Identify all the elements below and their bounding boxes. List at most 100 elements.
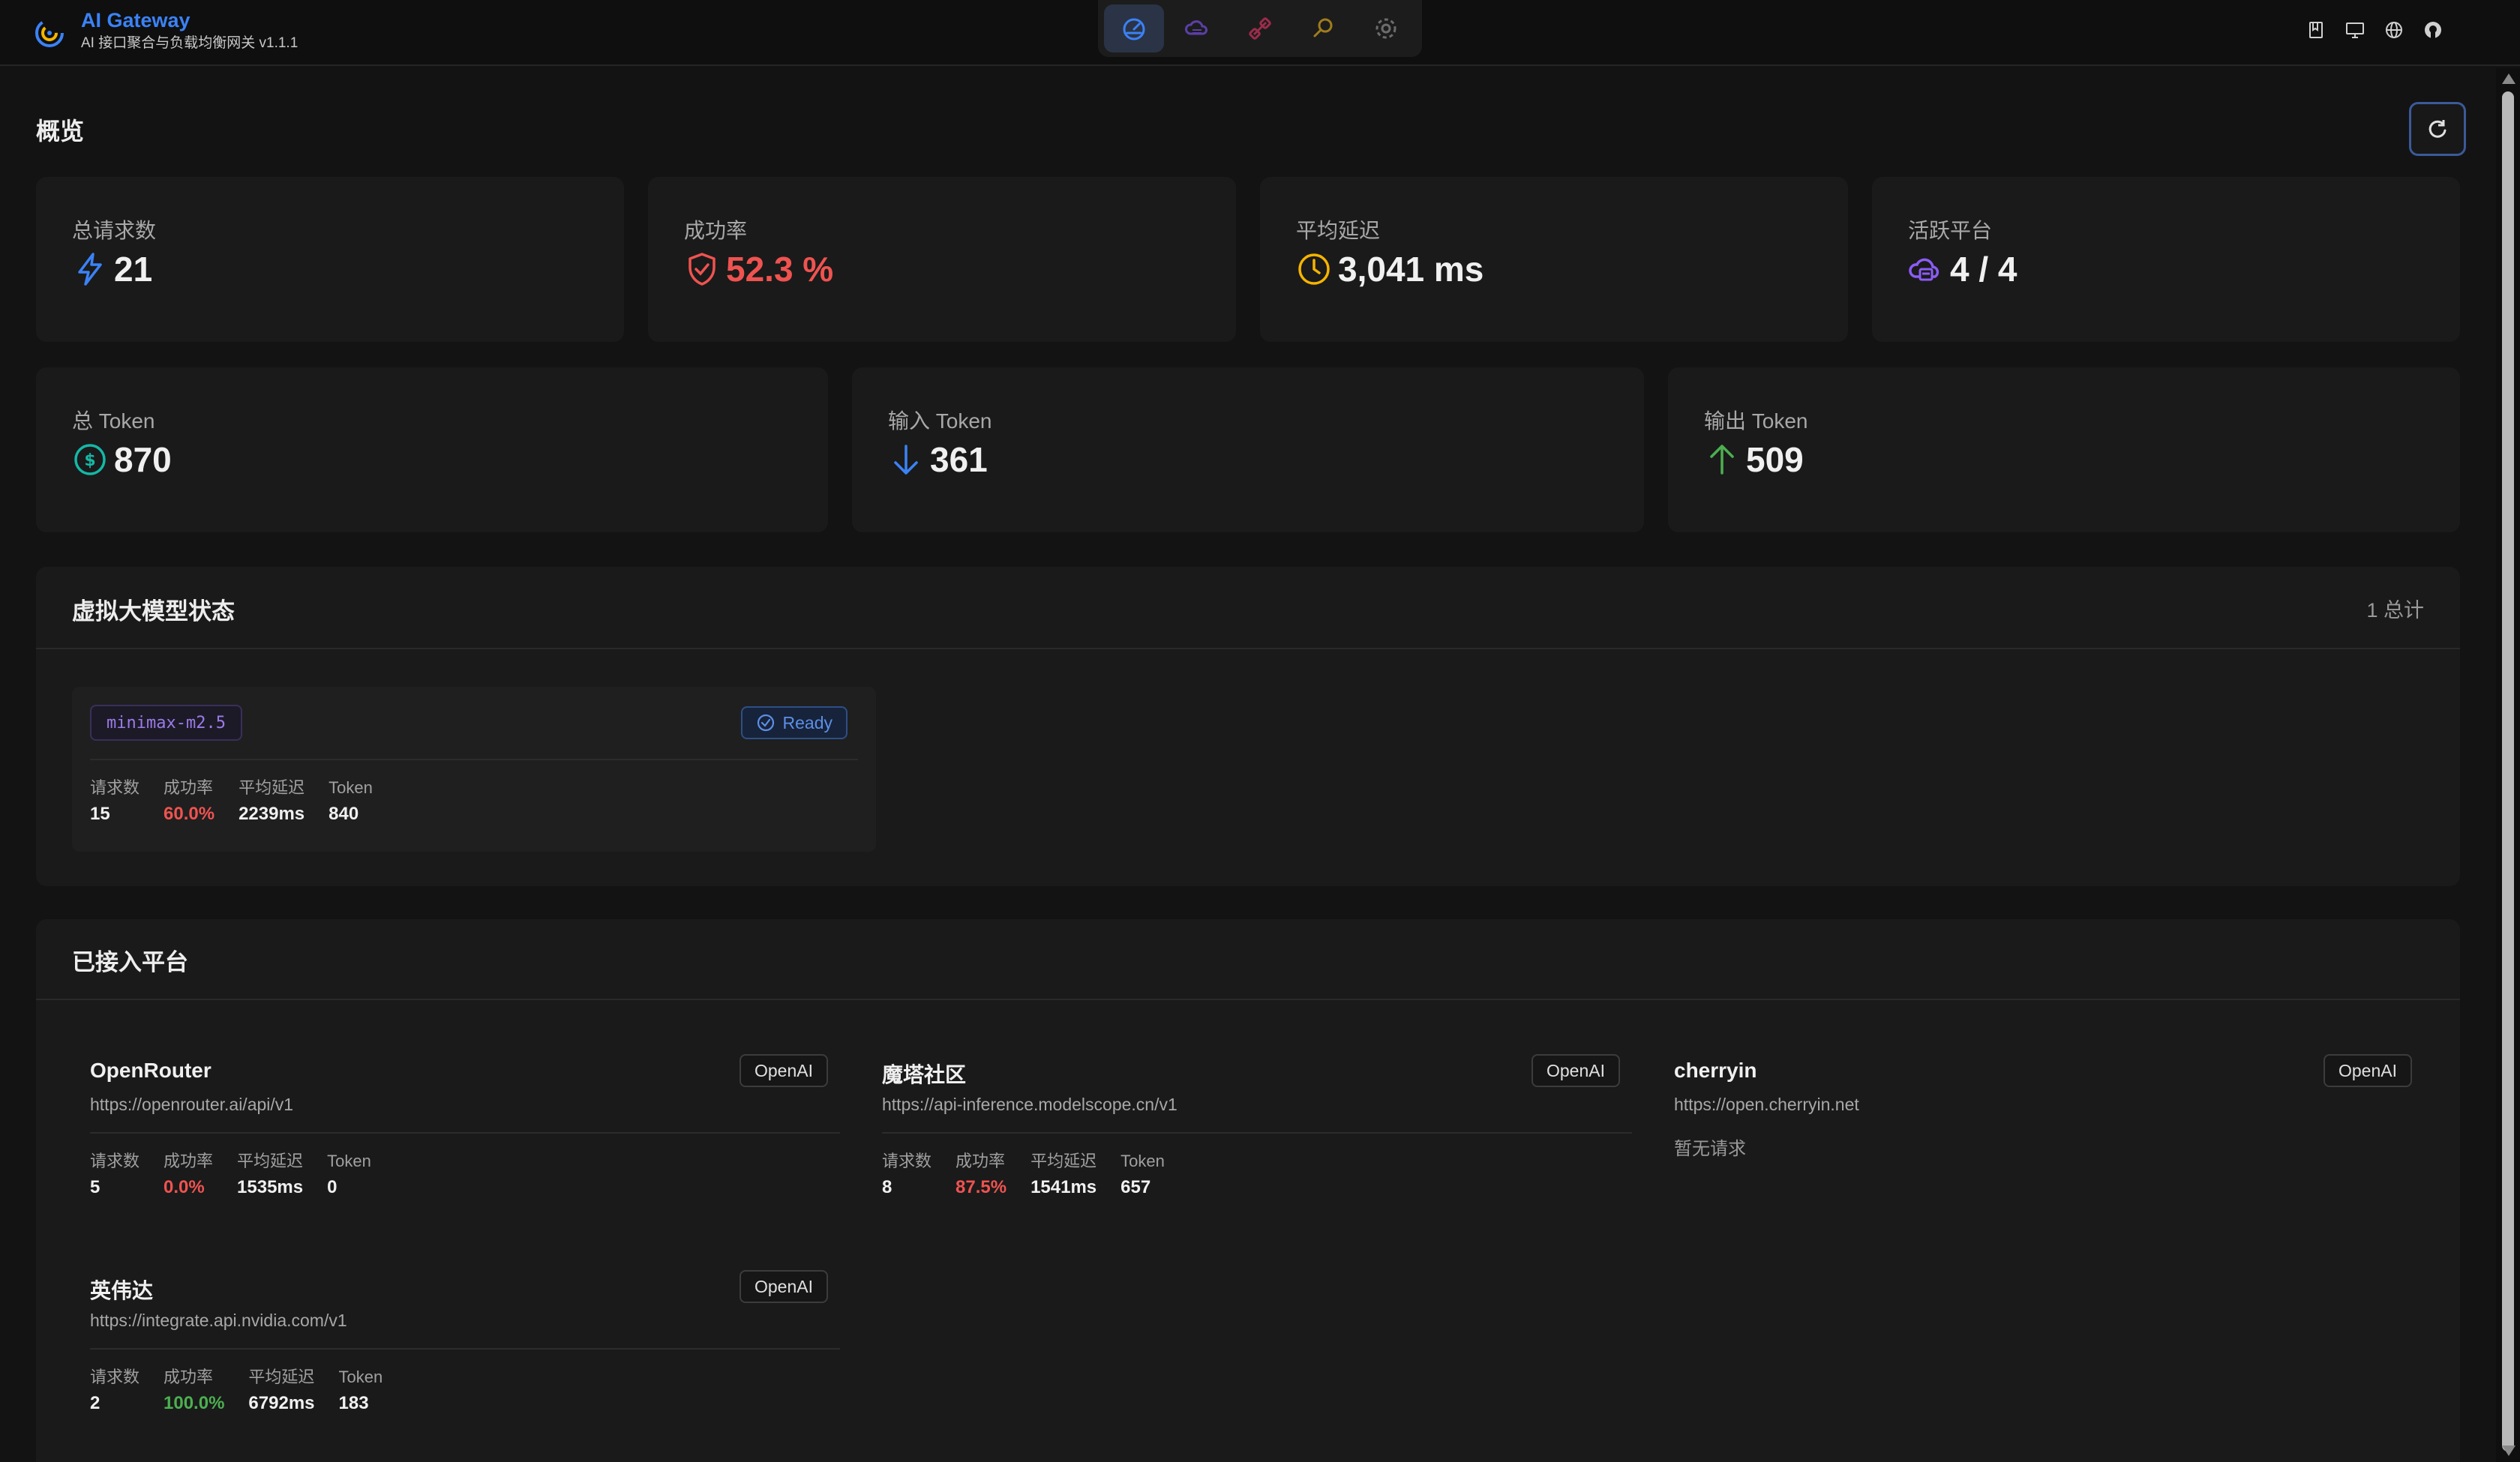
metric-value: 6792ms bbox=[248, 1393, 315, 1413]
gear-icon bbox=[1376, 18, 1396, 39]
platform-card-cherryin[interactable]: cherryin OpenAI https://open.cherryin.ne… bbox=[1674, 1054, 2424, 1246]
vertical-scrollbar[interactable] bbox=[2496, 67, 2520, 1462]
scrollbar-thumb[interactable] bbox=[2502, 91, 2514, 1452]
clock-icon bbox=[1298, 253, 1330, 285]
token-label: 输出 Token bbox=[1704, 409, 1808, 433]
token-label: 总 Token bbox=[72, 409, 155, 433]
metric-label: Token bbox=[328, 778, 373, 797]
platform-card-modelscope[interactable]: 魔塔社区 OpenAI https://api-inference.models… bbox=[882, 1054, 1632, 1246]
token-card-output: 输出 Token 509 bbox=[1668, 367, 2460, 532]
platform-url: https://openrouter.ai/api/v1 bbox=[90, 1095, 294, 1114]
platform-card-nvidia[interactable]: 英伟达 OpenAI https://integrate.api.nvidia.… bbox=[90, 1270, 840, 1462]
metric-value: 0 bbox=[327, 1177, 338, 1197]
platform-type-badge: OpenAI bbox=[1532, 1054, 1620, 1087]
metric-avg-latency: 平均延迟 2239ms bbox=[238, 777, 304, 829]
platform-type-badge: OpenAI bbox=[740, 1054, 828, 1087]
top-bar: AI Gateway AI 接口聚合与负载均衡网关 v1.1.1 bbox=[0, 0, 2520, 66]
metric-avg-latency: 平均延迟 6792ms bbox=[248, 1366, 314, 1419]
plug-icon bbox=[1249, 17, 1271, 40]
metric-value: 1541ms bbox=[1030, 1177, 1097, 1197]
stat-card-active-platforms: 活跃平台 4 / 4 bbox=[1872, 177, 2460, 342]
status-badge: Ready bbox=[740, 706, 848, 739]
github-button[interactable] bbox=[2414, 16, 2452, 43]
metric-label: Token bbox=[338, 1368, 383, 1386]
virtual-models-count: 1 总计 bbox=[2366, 599, 2424, 622]
platform-name: 英伟达 bbox=[90, 1279, 154, 1302]
book-icon bbox=[2309, 22, 2323, 38]
platform-name: cherryin bbox=[1674, 1059, 1757, 1082]
metric-label: 平均延迟 bbox=[237, 1152, 304, 1170]
app-title: AI Gateway bbox=[81, 9, 190, 31]
platform-metrics: 请求数 5 成功率 0.0% 平均延迟 1535ms Token 0 bbox=[90, 1150, 395, 1203]
metric-value: 2 bbox=[90, 1393, 100, 1413]
metric-value: 657 bbox=[1120, 1177, 1151, 1197]
divider bbox=[882, 1132, 1632, 1134]
platform-name: 魔塔社区 bbox=[882, 1063, 967, 1086]
token-card-total: 总 Token $ 870 bbox=[36, 367, 828, 532]
metric-value: 87.5% bbox=[956, 1177, 1007, 1197]
brand[interactable]: AI Gateway AI 接口聚合与负载均衡网关 v1.1.1 bbox=[33, 9, 298, 54]
cloud-server-icon bbox=[1909, 258, 1940, 281]
metric-value: 100.0% bbox=[164, 1393, 225, 1413]
platform-url: https://integrate.api.nvidia.com/v1 bbox=[90, 1311, 347, 1330]
token-value: 361 bbox=[930, 440, 988, 479]
metric-requests: 请求数 5 bbox=[90, 1150, 140, 1203]
refresh-button[interactable] bbox=[2409, 102, 2466, 156]
stat-label: 成功率 bbox=[684, 219, 748, 242]
metric-token: Token 840 bbox=[328, 777, 373, 829]
search-icon bbox=[1313, 18, 1333, 37]
refresh-icon bbox=[2428, 120, 2446, 138]
stat-value: 21 bbox=[114, 250, 153, 289]
metric-label: 成功率 bbox=[164, 778, 214, 797]
app-logo-icon bbox=[35, 19, 64, 47]
docs-button[interactable] bbox=[2296, 16, 2336, 43]
shield-check-icon bbox=[688, 253, 716, 286]
token-label: 输入 Token bbox=[888, 409, 992, 433]
metric-requests: 请求数 8 bbox=[882, 1150, 932, 1203]
top-right-toolbar bbox=[2296, 16, 2452, 43]
dollar-icon: $ bbox=[74, 444, 106, 475]
language-button[interactable] bbox=[2374, 16, 2414, 43]
platform-card-openrouter[interactable]: OpenRouter OpenAI https://openrouter.ai/… bbox=[90, 1054, 840, 1246]
token-card-input: 输入 Token 361 bbox=[852, 367, 1644, 532]
metric-value: 1535ms bbox=[237, 1177, 304, 1197]
metric-label: Token bbox=[327, 1152, 371, 1170]
nav-platforms[interactable] bbox=[1167, 4, 1227, 52]
theme-button[interactable] bbox=[2336, 16, 2374, 43]
metric-token: Token 183 bbox=[339, 1366, 383, 1419]
main-nav bbox=[1098, 0, 1422, 57]
nav-search[interactable] bbox=[1293, 4, 1353, 52]
metric-value: 15 bbox=[90, 804, 110, 824]
panel-title: 已接入平台 bbox=[72, 949, 188, 975]
virtual-model-card[interactable]: minimax-m2.5 Ready 请求数 15 成功率 60.0% 平均延迟… bbox=[72, 687, 876, 852]
platform-metrics: 请求数 2 成功率 100.0% 平均延迟 6792ms Token 183 bbox=[90, 1366, 406, 1419]
platforms-panel: 已接入平台 OpenRouter OpenAI https://openrout… bbox=[36, 919, 2460, 1462]
metric-label: 成功率 bbox=[164, 1368, 214, 1386]
dashboard-icon bbox=[1123, 18, 1145, 40]
nav-dashboard[interactable] bbox=[1104, 4, 1164, 52]
panel-title: 虚拟大模型状态 bbox=[72, 598, 235, 625]
scroll-up-arrow-icon[interactable] bbox=[2502, 73, 2516, 84]
metric-label: 平均延迟 bbox=[238, 778, 305, 797]
stat-value: 4 / 4 bbox=[1950, 250, 2018, 289]
platform-type-badge: OpenAI bbox=[740, 1270, 828, 1303]
platform-name: OpenRouter bbox=[90, 1059, 212, 1082]
metric-requests: 请求数 2 bbox=[90, 1366, 140, 1419]
svg-text:$: $ bbox=[84, 451, 95, 470]
stat-value: 52.3 % bbox=[726, 250, 834, 289]
nav-settings[interactable] bbox=[1356, 4, 1416, 52]
divider bbox=[90, 759, 858, 760]
metric-success-rate: 成功率 100.0% bbox=[164, 1366, 224, 1419]
nav-connections[interactable] bbox=[1230, 4, 1290, 52]
scroll-down-arrow-icon[interactable] bbox=[2502, 1446, 2516, 1456]
monitor-icon bbox=[2346, 22, 2364, 38]
metric-label: 成功率 bbox=[956, 1152, 1006, 1170]
virtual-models-panel: 虚拟大模型状态 1 总计 minimax-m2.5 Ready 请求数 15 成… bbox=[36, 567, 2460, 886]
check-circle-icon bbox=[757, 714, 774, 732]
bolt-icon bbox=[78, 253, 102, 286]
metric-label: Token bbox=[1120, 1152, 1165, 1170]
metric-success-rate: 成功率 60.0% bbox=[164, 777, 214, 829]
arrow-down-icon bbox=[894, 445, 918, 475]
metric-value: 0.0% bbox=[164, 1177, 205, 1197]
stat-label: 总请求数 bbox=[72, 219, 157, 242]
